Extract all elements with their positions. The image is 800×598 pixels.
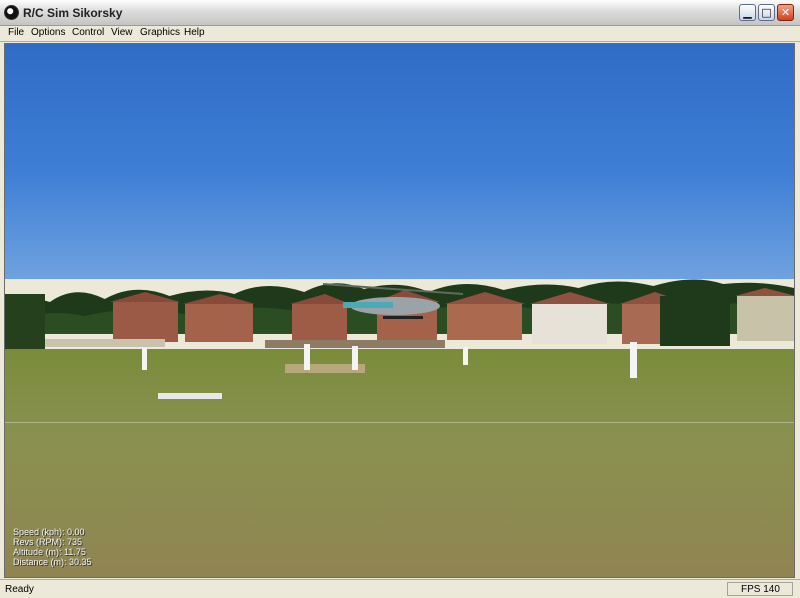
menu-help[interactable]: Help	[184, 27, 205, 38]
menu-file[interactable]: File	[8, 27, 24, 38]
menu-bar: File Options Control View Graphics Help	[0, 26, 800, 42]
boundary-line	[5, 422, 794, 423]
hud-speed: Speed (kph): 0.00	[13, 527, 85, 537]
menu-view[interactable]: View	[111, 27, 133, 38]
cricket-player	[142, 348, 147, 370]
fps-panel: FPS 140	[727, 582, 793, 596]
hud-altitude: Altitude (m): 11.75	[13, 547, 86, 557]
title-bar: R/C Sim Sikorsky ▁ □ ✕	[0, 0, 800, 26]
cricket-player	[352, 346, 358, 370]
status-bar: Ready FPS 140	[0, 579, 800, 598]
minimize-button[interactable]: ▁	[739, 4, 756, 21]
telemetry-hud: Speed (kph): 0.00 Revs (RPM): 735 Altitu…	[13, 527, 92, 567]
close-button[interactable]: ✕	[777, 4, 794, 21]
cricket-player	[463, 347, 468, 365]
window-title: R/C Sim Sikorsky	[23, 6, 123, 20]
menu-control[interactable]: Control	[72, 27, 104, 38]
maximize-button[interactable]: □	[758, 4, 775, 21]
hud-distance: Distance (m): 30.35	[13, 557, 92, 567]
app-icon[interactable]	[4, 5, 19, 20]
cricket-player	[304, 344, 310, 370]
helicopter[interactable]	[323, 276, 473, 326]
menu-graphics[interactable]: Graphics	[140, 27, 180, 38]
hud-revs: Revs (RPM): 735	[13, 537, 83, 547]
sight-screen	[158, 393, 222, 399]
menu-options[interactable]: Options	[31, 27, 65, 38]
cricket-player	[630, 342, 637, 378]
status-text: Ready	[5, 584, 34, 595]
grass-field	[5, 349, 794, 577]
simulation-viewport[interactable]: Speed (kph): 0.00 Revs (RPM): 735 Altitu…	[4, 43, 795, 578]
fps-counter: FPS 140	[741, 584, 780, 595]
sky	[5, 44, 794, 279]
